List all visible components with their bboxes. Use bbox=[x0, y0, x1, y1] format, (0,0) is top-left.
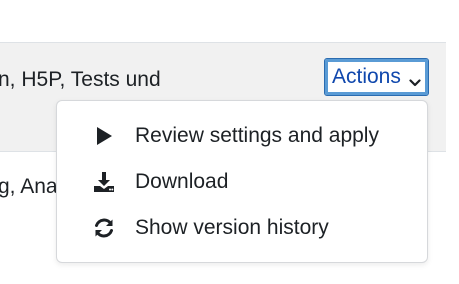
chevron-down-icon bbox=[409, 71, 421, 87]
menu-item-label: Show version history bbox=[135, 216, 329, 239]
refresh-icon bbox=[93, 217, 115, 239]
download-icon bbox=[93, 171, 115, 193]
menu-item-label: Download bbox=[135, 170, 229, 193]
actions-dropdown-menu: Review settings and apply Download Show … bbox=[56, 100, 428, 263]
menu-item-version-history[interactable]: Show version history bbox=[57, 205, 427, 251]
body-text-fragment: g, Ana bbox=[0, 175, 58, 198]
actions-label: Actions bbox=[332, 65, 401, 88]
top-strip bbox=[0, 0, 459, 42]
menu-item-review-settings[interactable]: Review settings and apply bbox=[57, 113, 427, 159]
play-icon bbox=[93, 125, 115, 147]
page: n, H5P, Tests und Actions g, Ana Review … bbox=[0, 0, 459, 284]
menu-item-label: Review settings and apply bbox=[135, 124, 379, 147]
page-heading-fragment: n, H5P, Tests und bbox=[0, 68, 161, 91]
actions-dropdown-button[interactable]: Actions bbox=[324, 58, 429, 96]
header-bar-edge bbox=[446, 42, 459, 150]
menu-item-download[interactable]: Download bbox=[57, 159, 427, 205]
